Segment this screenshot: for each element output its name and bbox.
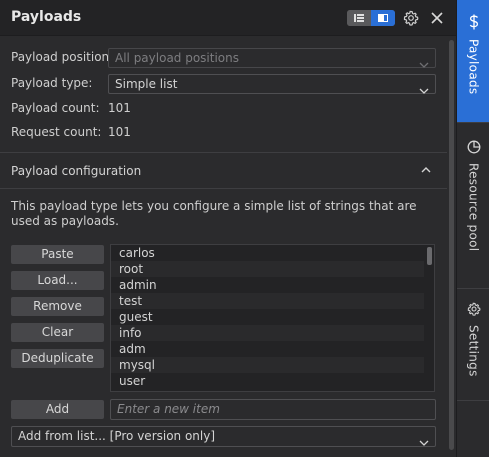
panel-scrollbar-thumb[interactable] [449, 40, 454, 450]
sidebar-tab-resource-pool[interactable]: Resource pool [457, 140, 489, 280]
payload-type-select[interactable]: Simple list [108, 74, 436, 94]
payload-type-label: Payload type: [11, 76, 93, 90]
new-item-placeholder: Enter a new item [117, 402, 220, 416]
payload-list-scrollbar-thumb[interactable] [427, 247, 432, 265]
list-item[interactable]: test [111, 293, 424, 309]
payload-position-label: Payload position: [11, 50, 114, 64]
layout-toggle-left[interactable] [347, 10, 371, 26]
deduplicate-button[interactable]: Deduplicate [11, 349, 104, 368]
divider [457, 288, 489, 289]
sidebar-tab-settings[interactable]: Settings [457, 302, 489, 392]
payload-list[interactable]: carlos root admin test guest info adm my… [110, 244, 435, 392]
request-count-value: 101 [108, 125, 131, 139]
panel-title: Payloads [11, 9, 82, 25]
payload-position-select: All payload positions [108, 48, 436, 68]
load-button[interactable]: Load... [11, 271, 104, 290]
sidebar-tab-payloads[interactable]: Payloads [457, 0, 489, 122]
request-count-label: Request count: [11, 125, 102, 139]
new-item-input[interactable]: Enter a new item [110, 399, 436, 420]
clear-button[interactable]: Clear [11, 323, 104, 342]
layout-toggle-right[interactable] [371, 10, 395, 26]
divider [457, 400, 489, 401]
panel-header: Payloads [0, 0, 456, 36]
list-item[interactable]: root [111, 261, 424, 277]
list-item[interactable]: info [111, 325, 424, 341]
payloads-panel: Payloads Payload position: All payload p… [0, 0, 456, 457]
sidebar-tab-label: Payloads [466, 39, 481, 95]
list-item[interactable]: admin [111, 277, 424, 293]
payload-count-label: Payload count: [11, 101, 100, 115]
payload-count-value: 101 [108, 101, 131, 115]
layout-toggle[interactable] [347, 10, 395, 26]
payload-configuration-description: This payload type lets you configure a s… [11, 199, 417, 228]
pie-chart-icon [467, 140, 481, 157]
paste-button[interactable]: Paste [11, 245, 104, 264]
list-item[interactable]: carlos [111, 245, 424, 261]
chevron-down-icon [419, 81, 429, 99]
list-item[interactable]: adm [111, 341, 424, 357]
list-item[interactable]: user [111, 373, 424, 389]
sidebar-tab-label: Settings [466, 325, 481, 377]
payload-type-value: Simple list [115, 77, 178, 91]
gear-icon[interactable] [402, 9, 420, 27]
gear-icon [467, 302, 481, 319]
remove-button[interactable]: Remove [11, 297, 104, 316]
dollar-icon [468, 14, 480, 33]
divider [457, 122, 489, 123]
divider [0, 188, 447, 189]
add-button[interactable]: Add [11, 400, 104, 419]
payload-configuration-title: Payload configuration [11, 164, 142, 178]
payload-position-value: All payload positions [115, 51, 240, 65]
close-icon[interactable] [428, 9, 446, 27]
divider [0, 152, 447, 153]
add-from-list-value: Add from list... [Pro version only] [18, 429, 216, 443]
sidebar-tab-label: Resource pool [466, 163, 481, 252]
list-item[interactable]: guest [111, 309, 424, 325]
chevron-down-icon [419, 55, 429, 73]
right-sidebar: Payloads Resource pool Settings [456, 0, 489, 457]
add-from-list-select[interactable]: Add from list... [Pro version only] [11, 426, 436, 447]
list-item[interactable]: mysql [111, 357, 424, 373]
chevron-up-icon[interactable] [420, 164, 432, 178]
chevron-down-icon [419, 433, 429, 451]
